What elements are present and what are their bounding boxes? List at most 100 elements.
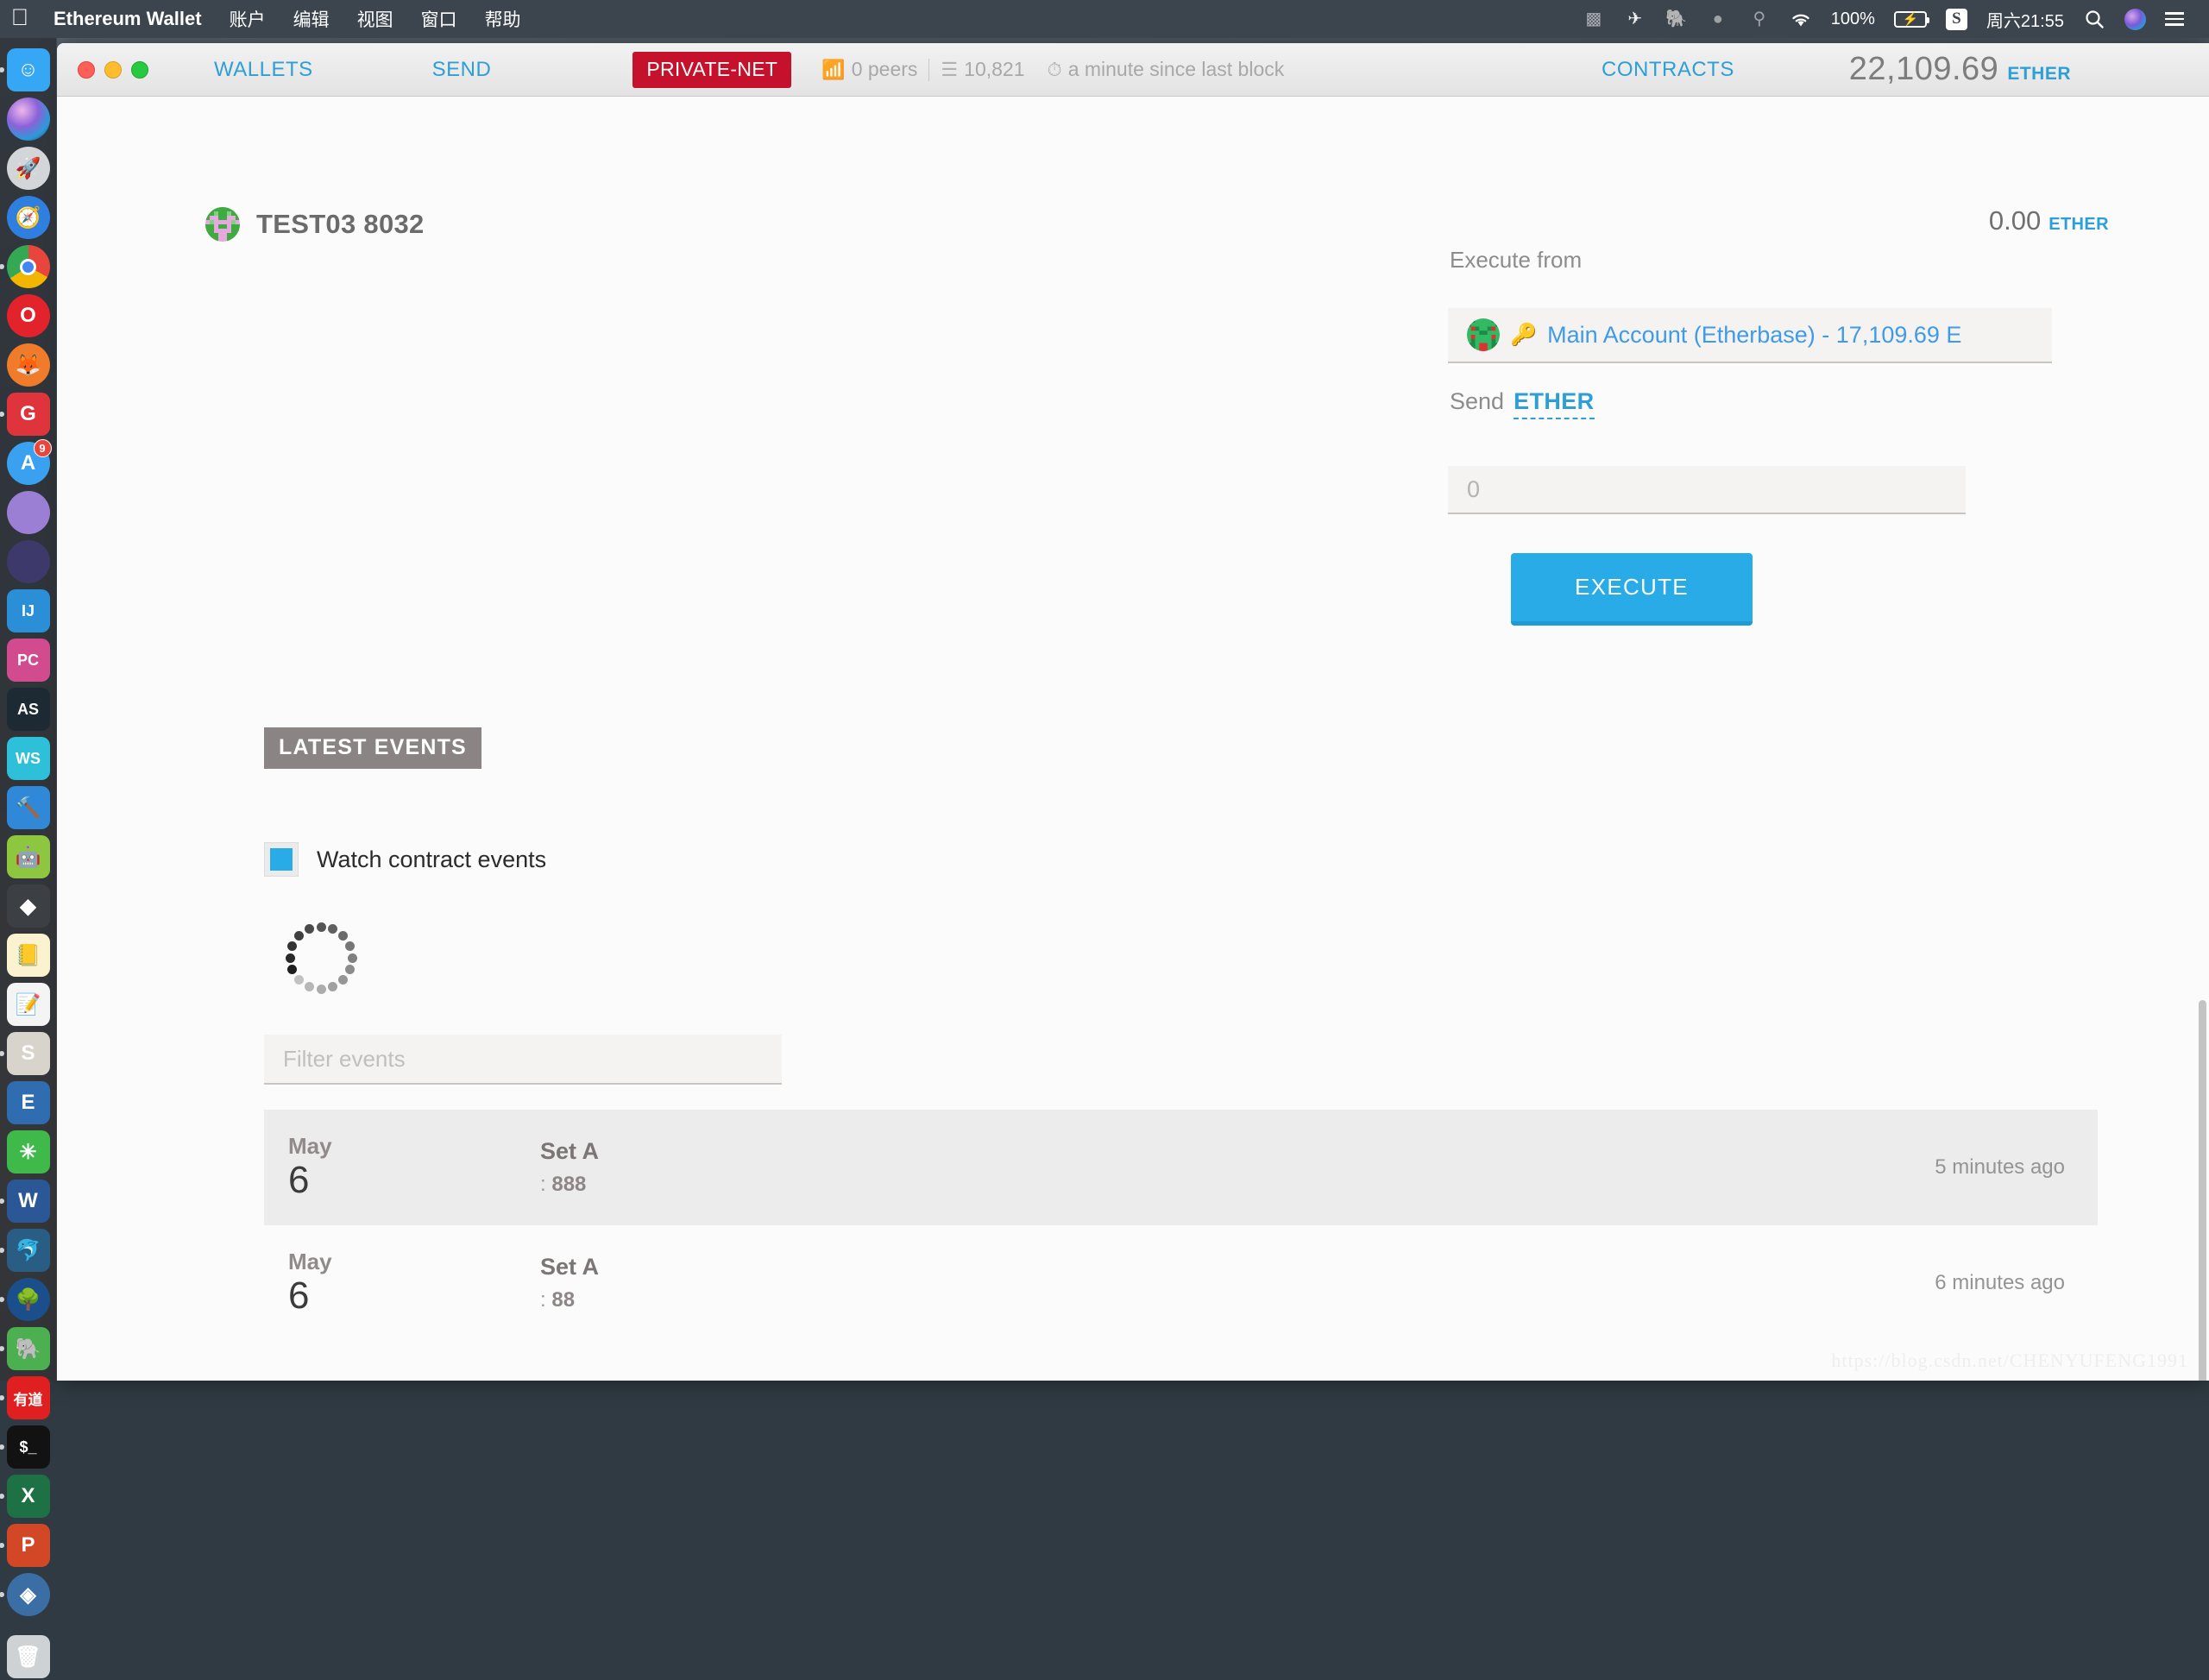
search-app-icon[interactable]: ⚲: [1739, 0, 1780, 38]
notes-icon: 📒: [7, 934, 50, 977]
dock-item-pycharm[interactable]: PC: [5, 637, 52, 683]
running-indicator: [0, 1592, 4, 1597]
send-ether-label-row: Send ETHER: [1450, 388, 1595, 419]
send-label: Send: [1450, 388, 1504, 415]
execute-button[interactable]: EXECUTE: [1511, 553, 1753, 626]
event-row[interactable]: May6Set A: 8885 minutes ago: [264, 1110, 2098, 1225]
nav-contracts[interactable]: CONTRACTS: [1602, 58, 1734, 82]
last-block-label: a minute since last block: [1068, 58, 1285, 81]
dock-item-youdao-dict[interactable]: 有道: [5, 1375, 52, 1421]
scrollbar-thumb[interactable]: [2199, 1000, 2206, 1381]
spinner-dot: [305, 924, 314, 934]
last-block-stat: ⏱ a minute since last block: [1036, 58, 1296, 81]
menu-help[interactable]: 帮助: [471, 0, 535, 38]
dock-item-text-editor[interactable]: 📝: [5, 981, 52, 1028]
running-indicator: [0, 1543, 4, 1548]
zoom-button[interactable]: [131, 61, 148, 79]
launchpad-icon: 🚀: [7, 147, 50, 190]
network-badge[interactable]: PRIVATE-NET: [632, 52, 791, 88]
firefox-icon: 🦊: [7, 343, 50, 387]
dock-item-webstorm[interactable]: WS: [5, 735, 52, 782]
siri-icon[interactable]: [2115, 0, 2156, 38]
dock-item-omnigraffle[interactable]: ✳: [5, 1129, 52, 1175]
dock-item-purple-disc-app[interactable]: [5, 489, 52, 536]
dock-item-google-chrome[interactable]: [5, 243, 52, 290]
dock-item-mist-ethereum[interactable]: ◆: [5, 883, 52, 929]
contract-page: TEST03 8032 0.00 ETHER Execute from: [57, 97, 2209, 1381]
dock-item-microsoft-powerpoint[interactable]: P: [5, 1522, 52, 1569]
dock-item-siri[interactable]: [5, 96, 52, 142]
watch-contract-events-row[interactable]: Watch contract events: [264, 842, 546, 877]
spotlight-search-icon[interactable]: [2074, 0, 2115, 38]
blocks-icon: ☰: [941, 59, 958, 81]
contract-name: TEST03 8032: [256, 209, 425, 240]
dock-item-finder[interactable]: ☺: [5, 47, 52, 93]
menu-edit[interactable]: 编辑: [280, 0, 343, 38]
dock-item-launchpad[interactable]: 🚀: [5, 145, 52, 192]
dock-item-microsoft-excel[interactable]: X: [5, 1473, 52, 1520]
dock-item-safari[interactable]: 🧭: [5, 194, 52, 241]
omnigraffle-icon: ✳: [7, 1130, 50, 1173]
scrollbar-track[interactable]: [2197, 150, 2209, 1381]
google-chrome-icon: [7, 245, 50, 288]
menu-app-name[interactable]: Ethereum Wallet: [40, 0, 216, 38]
spinner-dot: [328, 982, 337, 991]
dock-item-evernote[interactable]: 🐘: [5, 1325, 52, 1372]
intellij-idea-icon: IJ: [7, 589, 50, 632]
dock-item-navicat[interactable]: 🌳: [5, 1276, 52, 1323]
dock-item-firefox[interactable]: 🦊: [5, 342, 52, 388]
dock-item-app-store[interactable]: A9: [5, 440, 52, 487]
app-toolbar: WALLETS SEND PRIVATE-NET 📶 0 peers ☰ 10,…: [57, 43, 2209, 97]
grammarly-icon[interactable]: ▩: [1573, 0, 1614, 38]
minimize-button[interactable]: [104, 61, 122, 79]
running-indicator: [0, 1494, 4, 1499]
dock-item-trash[interactable]: 🗑: [5, 1633, 52, 1680]
running-indicator: [0, 1444, 4, 1450]
execute-from-select[interactable]: 🔑 Main Account (Etherbase) - 17,109.69 E: [1448, 308, 2052, 363]
input-method-icon[interactable]: S: [1936, 0, 1977, 38]
bartender-icon[interactable]: ●: [1697, 0, 1739, 38]
notification-center-icon[interactable]: [2156, 0, 2193, 38]
dock-item-android[interactable]: 🤖: [5, 834, 52, 880]
text-editor-icon: 📝: [7, 983, 50, 1026]
wifi-icon[interactable]: [1780, 0, 1822, 38]
dock-item-opera[interactable]: O: [5, 293, 52, 339]
running-indicator: [0, 1395, 4, 1400]
menu-clock[interactable]: 周六21:55: [1977, 0, 2074, 38]
ethereum-wallet-icon: ◈: [7, 1573, 50, 1616]
send-amount-input[interactable]: [1448, 466, 1966, 514]
apple-menu-icon[interactable]: : [0, 6, 40, 33]
dock-item-android-studio[interactable]: AS: [5, 686, 52, 733]
menu-view[interactable]: 视图: [343, 0, 407, 38]
watch-contract-events-checkbox[interactable]: [264, 842, 299, 877]
dock-item-xcode[interactable]: 🔨: [5, 784, 52, 831]
dock-item-sublime-text[interactable]: S: [5, 1030, 52, 1077]
dock-item-mysql-workbench[interactable]: 🐬: [5, 1227, 52, 1274]
navicat-icon: 🌳: [7, 1278, 50, 1321]
execute-from-account-label: Main Account (Etherbase) - 17,109.69 E: [1547, 322, 1961, 349]
menu-accounts[interactable]: 账户: [216, 0, 280, 38]
dock-item-g-app[interactable]: G: [5, 391, 52, 437]
safari-icon: 🧭: [7, 196, 50, 239]
nav-send[interactable]: SEND: [432, 58, 492, 82]
filter-events-input[interactable]: [264, 1035, 782, 1085]
event-month: May: [288, 1134, 540, 1160]
dock-item-terminal[interactable]: $_: [5, 1424, 52, 1470]
menu-window[interactable]: 窗口: [407, 0, 471, 38]
spinner-dot: [294, 975, 304, 985]
dock-item-notes[interactable]: 📒: [5, 932, 52, 978]
dock-item-microsoft-word[interactable]: W: [5, 1178, 52, 1224]
dock-item-ethereum-wallet[interactable]: ◈: [5, 1571, 52, 1618]
nav-wallets[interactable]: WALLETS: [214, 58, 313, 82]
send-currency-select[interactable]: ETHER: [1514, 388, 1595, 419]
spinner-dot: [287, 965, 297, 974]
battery-charging-icon[interactable]: ⚡: [1885, 0, 1936, 38]
evernote-icon[interactable]: 🐘: [1656, 0, 1697, 38]
dock-item-keynote-like-app[interactable]: E: [5, 1079, 52, 1126]
telegram-icon[interactable]: ✈: [1614, 0, 1656, 38]
spinner-dot: [317, 922, 326, 932]
close-button[interactable]: [78, 61, 95, 79]
dock-item-intellij-idea[interactable]: IJ: [5, 588, 52, 634]
dock-item-dark-disc-app[interactable]: [5, 538, 52, 585]
event-row[interactable]: May6Set A: 886 minutes ago: [264, 1225, 2098, 1341]
